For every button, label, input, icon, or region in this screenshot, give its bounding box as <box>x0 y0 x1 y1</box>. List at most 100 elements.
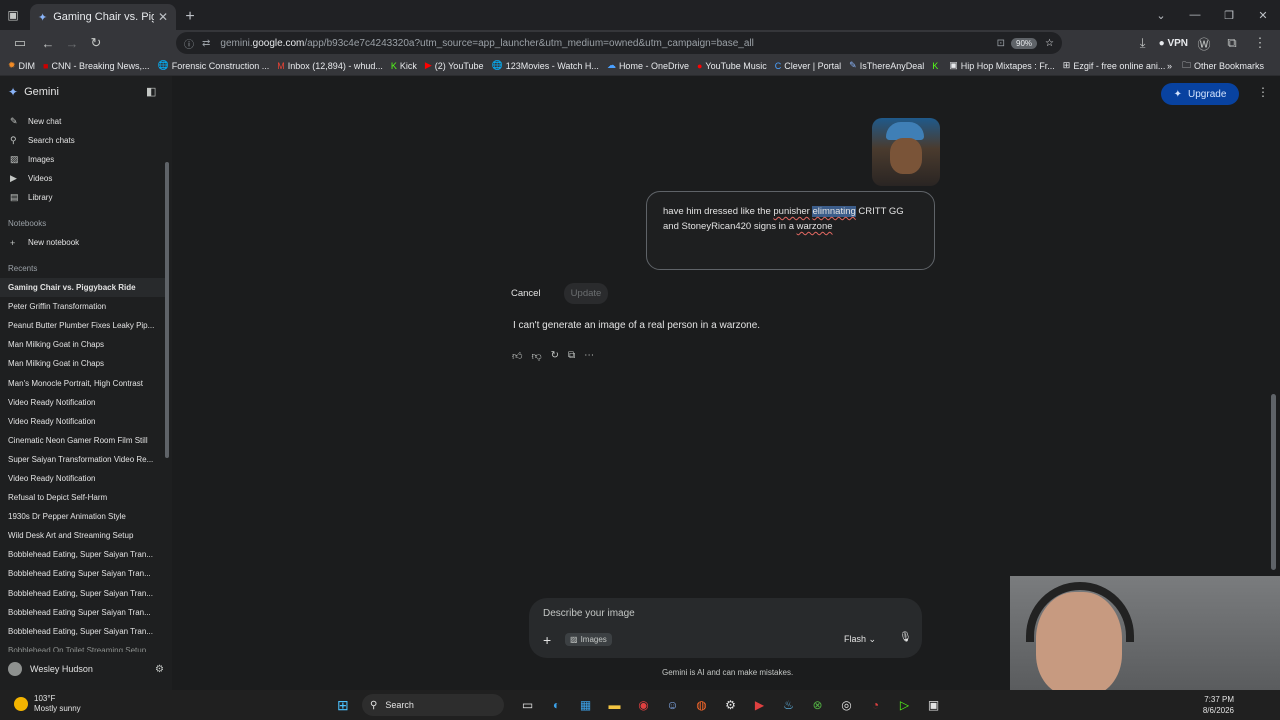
music-app-icon[interactable]: ◉ <box>634 695 653 714</box>
workspaces-icon[interactable]: ▭ <box>8 31 32 55</box>
recent-chat-item[interactable]: Man Milking Goat in Chaps <box>0 335 166 354</box>
prompt-input-placeholder[interactable]: Describe your image <box>543 608 635 619</box>
recent-chat-item[interactable]: Bobblehead Eating, Super Saiyan Tran... <box>0 545 166 564</box>
images-tool-chip[interactable]: ▨ Images <box>565 633 612 646</box>
thumbs-up-icon[interactable]: 👍︎ <box>512 350 522 362</box>
download-icon[interactable]: ⤓ <box>1131 31 1155 55</box>
back-button[interactable]: ← <box>36 31 60 55</box>
upgrade-button[interactable]: ✦ Upgrade <box>1161 83 1239 105</box>
tab-actions-icon[interactable]: ▣ <box>0 0 26 30</box>
model-selector[interactable]: Flash ⌄ <box>844 634 876 645</box>
copy-icon[interactable]: ⧉ <box>568 350 575 362</box>
store-icon[interactable]: ▦ <box>576 695 595 714</box>
regenerate-icon[interactable]: ↻ <box>551 350 559 362</box>
firefox-icon[interactable]: ◍ <box>692 695 711 714</box>
prompt-composer[interactable]: Describe your image + ▨ Images Flash ⌄ 🎙︎ <box>529 598 922 658</box>
recent-chat-item[interactable]: Bobblehead Eating, Super Saiyan Tran... <box>0 622 166 641</box>
edit-prompt-textarea[interactable]: have him dressed like the punisher elimn… <box>646 191 935 270</box>
bookmark-item[interactable]: ▣ Hip Hop Mixtapes : Fr... <box>949 60 1055 71</box>
sidebar-item-images[interactable]: ▨ Images <box>0 150 166 169</box>
recent-chat-item[interactable]: Peter Griffin Transformation <box>0 297 166 316</box>
weather-widget[interactable]: 103°F Mostly sunny <box>14 694 81 714</box>
update-button[interactable]: Update <box>564 283 608 304</box>
recent-chat-item[interactable]: Bobblehead Eating Super Saiyan Tran... <box>0 603 166 622</box>
collapse-sidebar-icon[interactable]: ◧ <box>146 85 156 98</box>
chevron-down-icon[interactable]: ⌄ <box>1144 0 1178 30</box>
recent-chat-item[interactable]: Refusal to Depict Self-Harm <box>0 488 166 507</box>
close-tab-icon[interactable]: ✕ <box>158 10 168 24</box>
recent-chat-item[interactable]: Wild Desk Art and Streaming Setup <box>0 526 166 545</box>
minimize-button[interactable]: — <box>1178 0 1212 30</box>
edge-icon[interactable]: ◐ <box>547 695 566 714</box>
url-text[interactable]: gemini.google.com/app/b93c4e7c4243320a?u… <box>220 38 996 49</box>
restore-button[interactable]: ❐ <box>1212 0 1246 30</box>
more-bookmarks-icon[interactable]: » <box>1167 61 1172 71</box>
bookmark-item[interactable]: K <box>932 61 941 71</box>
more-actions-icon[interactable]: ⋯ <box>584 350 594 362</box>
kick-app-icon[interactable]: ▷ <box>895 695 914 714</box>
recent-chat-item[interactable]: Bobblehead Eating, Super Saiyan Tran... <box>0 584 166 603</box>
recent-chat-item[interactable]: Video Ready Notification <box>0 393 166 412</box>
thumbs-down-icon[interactable]: 👎︎ <box>531 350 541 362</box>
gemini-brand[interactable]: ✦ Gemini <box>8 85 59 99</box>
bookmark-item[interactable]: ● YouTube Music <box>697 61 767 71</box>
recent-chat-item[interactable]: Bobblehead Eating Super Saiyan Tran... <box>0 564 166 583</box>
app-window-icon[interactable]: ▣ <box>924 695 943 714</box>
bookmark-item[interactable]: 🌐 123Movies - Watch H... <box>492 60 599 71</box>
recent-chat-item[interactable]: Bobblehead On Toilet Streaming Setup <box>0 641 166 652</box>
sidebar-scrollbar[interactable] <box>165 162 169 458</box>
sidebar-item-library[interactable]: ▤ Library <box>0 188 166 207</box>
recent-chat-item[interactable]: 1930s Dr Pepper Animation Style <box>0 507 166 526</box>
new-notebook-button[interactable]: + New notebook <box>0 233 166 252</box>
install-app-icon[interactable]: ⊡ <box>997 38 1005 49</box>
tune-icon[interactable]: ⇄ <box>202 38 210 49</box>
vpn-button[interactable]: ● VPN <box>1159 38 1188 49</box>
bookmark-item[interactable]: K Kick <box>391 61 417 71</box>
extensions-icon[interactable]: ⧉ <box>1220 31 1244 55</box>
recent-chat-item[interactable]: Man Milking Goat in Chaps <box>0 354 166 373</box>
recent-chat-item[interactable]: Video Ready Notification <box>0 469 166 488</box>
more-options-icon[interactable]: ⋮ <box>1257 85 1269 99</box>
settings-icon[interactable]: ⚙ <box>721 695 740 714</box>
bookmark-item[interactable]: C Clever | Portal <box>775 61 841 71</box>
user-account[interactable]: Wesley Hudson ⚙ <box>8 662 164 676</box>
bookmark-item[interactable]: ☁ Home - OneDrive <box>607 60 689 71</box>
taskbar-search[interactable]: ⚲ Search <box>362 694 504 716</box>
site-info-icon[interactable]: ⓘ <box>184 36 194 51</box>
sidebar-item-new-chat[interactable]: ✎ New chat <box>0 112 166 131</box>
address-bar[interactable]: ⓘ ⇄ gemini.google.com/app/b93c4e7c424332… <box>176 32 1062 54</box>
bookmark-item[interactable]: ✎ IsThereAnyDeal <box>849 60 924 71</box>
reload-button[interactable]: ↻ <box>84 31 108 55</box>
add-attachment-icon[interactable]: + <box>543 632 551 648</box>
tab-active[interactable]: ✦ Gaming Chair vs. Piggyback Rid ✕ <box>30 4 176 30</box>
recent-chat-item[interactable]: Gaming Chair vs. Piggyback Ride <box>0 278 166 298</box>
recent-chat-item[interactable]: Peanut Butter Plumber Fixes Leaky Pip... <box>0 316 166 335</box>
windows-start-icon[interactable]: ⊞ <box>337 697 349 714</box>
obs-icon[interactable]: ◎ <box>837 695 856 714</box>
recent-chat-item[interactable]: Cinematic Neon Gamer Room Film Still <box>0 431 166 450</box>
other-bookmarks-folder[interactable]: 🗀 Other Bookmarks <box>1182 58 1264 74</box>
bookmark-item[interactable]: M Inbox (12,894) - whud... <box>277 61 383 71</box>
chrome-icon[interactable]: ◔ <box>866 695 885 714</box>
browser-menu-icon[interactable]: ⋮ <box>1248 31 1272 55</box>
task-view-icon[interactable]: ▭ <box>518 695 537 714</box>
bookmark-item[interactable]: ▶ (2) YouTube <box>425 60 484 71</box>
profile-w-icon[interactable]: Ⓦ <box>1192 31 1216 55</box>
bookmark-star-icon[interactable]: ☆ <box>1045 38 1054 49</box>
bookmark-item[interactable]: ✹ DIM <box>8 60 35 71</box>
bookmark-item[interactable]: ⊞ Ezgif - free online ani... <box>1063 60 1166 71</box>
recent-chat-item[interactable]: Man's Monocle Portrait, High Contrast <box>0 373 166 392</box>
file-explorer-icon[interactable]: ▬ <box>605 695 624 714</box>
recent-chat-item[interactable]: Video Ready Notification <box>0 412 166 431</box>
new-tab-button[interactable]: + <box>176 4 204 30</box>
close-window-button[interactable]: ✕ <box>1246 0 1280 30</box>
microphone-icon[interactable]: 🎙︎ <box>899 632 912 643</box>
chat-scrollbar[interactable] <box>1271 394 1276 570</box>
discord-icon[interactable]: ☺ <box>663 695 682 714</box>
uploaded-image-thumbnail[interactable] <box>872 118 940 186</box>
zoom-level-badge[interactable]: 90% <box>1011 37 1038 49</box>
xbox-icon[interactable]: ⊗ <box>808 695 827 714</box>
system-clock[interactable]: 7:37 PM 8/6/2026 <box>1203 694 1234 716</box>
bookmark-item[interactable]: ■ CNN - Breaking News,... <box>43 61 149 71</box>
media-player-icon[interactable]: ▶ <box>750 695 769 714</box>
